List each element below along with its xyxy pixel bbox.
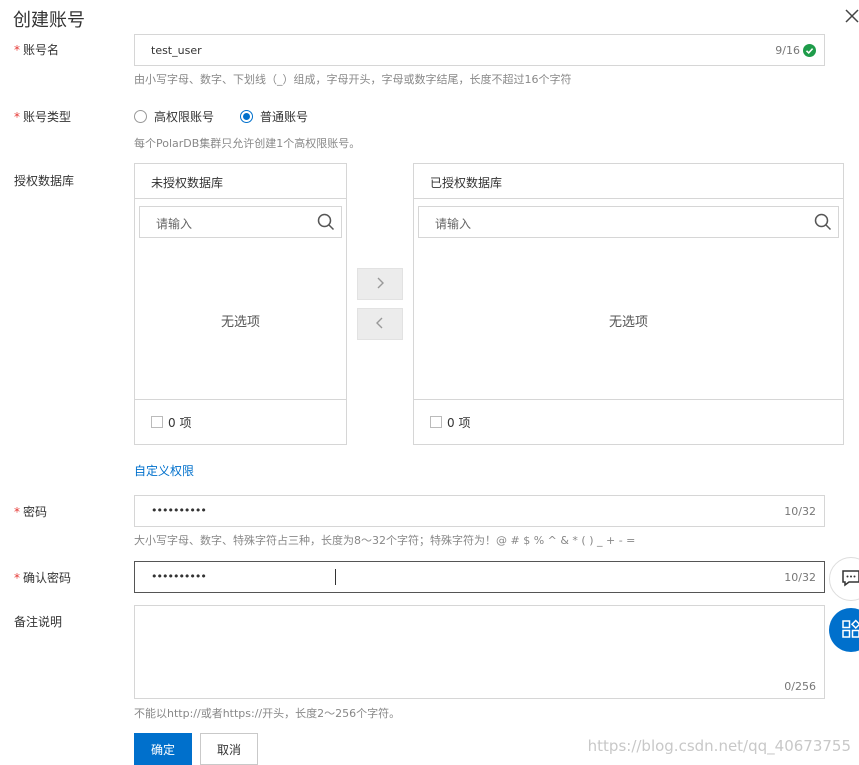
authorized-db-search[interactable]: 请输入 <box>418 206 839 238</box>
password-help: 大小写字母、数字、特殊字符占三种，长度为8～32个字符；特殊字符为！@ # $ … <box>134 534 636 547</box>
chat-icon <box>841 568 859 591</box>
apps-float-button[interactable] <box>829 608 859 652</box>
cancel-button[interactable]: 取消 <box>200 733 258 765</box>
radio-label: 高权限账号 <box>154 109 215 124</box>
text-cursor <box>335 569 336 585</box>
account-name-help: 由小写字母、数字、下划线（_）组成，字母开头，字母或数字结尾，长度不超过16个字… <box>134 73 572 86</box>
chevron-right-icon <box>375 277 385 292</box>
radio-super-account[interactable]: 高权限账号 <box>134 108 214 124</box>
panel-footer: 0 项 <box>135 399 346 444</box>
account-name-input[interactable]: test_user 9/16 <box>134 34 825 66</box>
databases-label: 授权数据库 <box>14 174 75 188</box>
password-counter: 10/32 <box>784 505 816 518</box>
authorized-db-title: 已授权数据库 <box>414 164 843 199</box>
search-placeholder: 请输入 <box>435 217 472 231</box>
confirm-password-counter: 10/32 <box>784 571 816 584</box>
account-name-counter: 9/16 <box>775 44 800 57</box>
radio-circle <box>134 109 147 123</box>
confirm-password-label: * 确认密码 <box>14 571 72 585</box>
account-name-label: * 账号名 <box>14 43 60 57</box>
confirm-password-value: •••••••••• <box>151 570 207 583</box>
remark-counter: 0/256 <box>784 680 816 693</box>
select-all-checkbox[interactable] <box>151 416 163 428</box>
unauthorized-db-panel: 未授权数据库 请输入 无选项 0 项 <box>134 163 347 445</box>
radio-circle <box>240 109 253 123</box>
unauthorized-db-title: 未授权数据库 <box>135 164 346 199</box>
select-all-checkbox[interactable] <box>430 416 442 428</box>
move-left-button[interactable] <box>357 308 403 340</box>
dialog-title: 创建账号 <box>13 10 85 31</box>
account-type-label: * 账号类型 <box>14 110 72 124</box>
password-value: •••••••••• <box>151 504 207 517</box>
password-input[interactable]: •••••••••• 10/32 <box>134 495 825 527</box>
custom-permissions-link[interactable]: 自定义权限 <box>134 462 194 479</box>
account-type-help: 每个PolarDB集群只允许创建1个高权限账号。 <box>134 137 361 150</box>
apps-grid-icon <box>841 618 859 642</box>
search-placeholder: 请输入 <box>156 217 193 231</box>
chevron-left-icon <box>375 317 385 332</box>
remark-label: 备注说明 <box>14 615 63 629</box>
check-circle-icon <box>803 44 816 60</box>
radio-normal-account[interactable]: 普通账号 <box>240 108 308 124</box>
watermark: https://blog.csdn.net/qq_40673755 <box>587 737 851 755</box>
move-right-button[interactable] <box>357 268 403 300</box>
item-count: 0 项 <box>447 416 471 430</box>
empty-text: 无选项 <box>608 315 648 330</box>
empty-text: 无选项 <box>220 315 260 330</box>
feedback-float-button[interactable] <box>829 557 859 601</box>
remark-textarea[interactable]: 0/256 <box>134 605 825 699</box>
close-icon[interactable] <box>844 8 859 24</box>
radio-label: 普通账号 <box>260 109 309 124</box>
remark-help: 不能以http://或者https://开头，长度2～256个字符。 <box>134 707 401 720</box>
password-label: * 密码 <box>14 505 48 519</box>
confirm-password-input[interactable]: •••••••••• 10/32 <box>134 561 825 593</box>
confirm-button[interactable]: 确定 <box>134 733 192 765</box>
account-name-value: test_user <box>151 44 202 57</box>
item-count: 0 项 <box>168 416 192 430</box>
unauthorized-db-search[interactable]: 请输入 <box>139 206 342 238</box>
authorized-db-panel: 已授权数据库 请输入 无选项 0 项 <box>413 163 844 445</box>
panel-footer: 0 项 <box>414 399 843 444</box>
